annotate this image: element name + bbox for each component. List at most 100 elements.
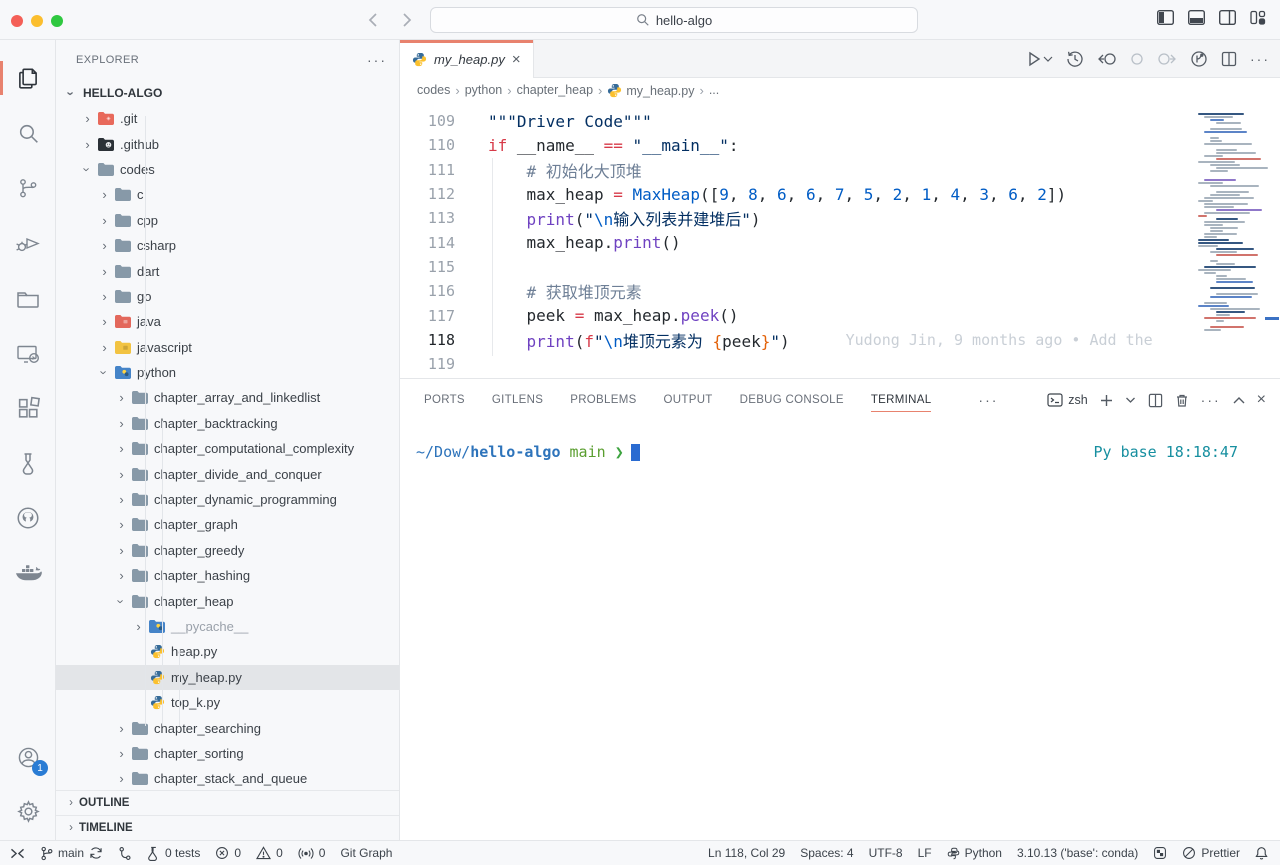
tree-item--github[interactable]: ›.github: [56, 131, 399, 156]
back-icon[interactable]: [364, 10, 384, 30]
activity-bar-docker-icon[interactable]: [0, 548, 56, 598]
tree-item-chapter-stack-and-queue[interactable]: ›chapter_stack_and_queue: [56, 766, 399, 791]
gitlens-graph-icon[interactable]: [1190, 50, 1208, 68]
panel-tab-debug-console[interactable]: DEBUG CONSOLE: [740, 379, 844, 421]
tree-item-chapter-computational-complexity[interactable]: ›chapter_computational_complexity: [56, 436, 399, 461]
more-actions-icon[interactable]: ···: [1250, 51, 1270, 67]
activity-bar-github-icon[interactable]: [0, 493, 56, 543]
tree-item-chapter-heap[interactable]: ›chapter_heap: [56, 588, 399, 613]
split-editor-icon[interactable]: [1221, 51, 1237, 67]
code-line-109[interactable]: 109"""Driver Code""": [400, 109, 1195, 133]
explorer-more-actions-icon[interactable]: ···: [367, 52, 387, 68]
status-0[interactable]: 0: [298, 846, 326, 860]
activity-bar-source-control-icon[interactable]: [0, 163, 56, 213]
tree-item--git[interactable]: ›.git: [56, 106, 399, 131]
code-line-119[interactable]: 119: [400, 352, 1195, 376]
new-terminal-icon[interactable]: [1100, 394, 1113, 407]
breadcrumb-item[interactable]: chapter_heap: [517, 83, 593, 97]
tree-item--pycache-[interactable]: ›__pycache__: [56, 614, 399, 639]
tree-item-chapter-backtracking[interactable]: ›chapter_backtracking: [56, 411, 399, 436]
tab-my-heap[interactable]: my_heap.py ×: [400, 40, 534, 78]
customize-layout-icon[interactable]: [1250, 10, 1266, 25]
change-circle-icon[interactable]: [1130, 52, 1144, 66]
status-utf-8[interactable]: UTF-8: [869, 846, 903, 860]
activity-bar-extensions-icon[interactable]: [0, 383, 56, 433]
code-line-118[interactable]: 118 print(f"\n堆顶元素为 {peek}")Yudong Jin, …: [400, 328, 1195, 352]
code-line-110[interactable]: 110if __name__ == "__main__":: [400, 133, 1195, 157]
status-0-tests[interactable]: 0 tests: [147, 846, 200, 861]
breadcrumb-item[interactable]: python: [465, 83, 503, 97]
panel-more-tabs-icon[interactable]: ···: [978, 392, 998, 408]
tree-item-javascript[interactable]: ›javascript: [56, 335, 399, 360]
tree-item-python[interactable]: ›python: [56, 360, 399, 385]
tree-item-csharp[interactable]: ›csharp: [56, 233, 399, 258]
code-line-115[interactable]: 115: [400, 255, 1195, 279]
tab-close-icon[interactable]: ×: [512, 51, 521, 68]
tree-item-go[interactable]: ›go: [56, 284, 399, 309]
activity-bar-testing-icon[interactable]: [0, 438, 56, 488]
accounts-icon[interactable]: 1: [0, 732, 56, 782]
tree-item-chapter-greedy[interactable]: ›chapter_greedy: [56, 538, 399, 563]
status-python[interactable]: Python: [947, 846, 1002, 860]
terminal-dropdown-icon[interactable]: [1125, 396, 1136, 404]
tree-item-c[interactable]: ›c: [56, 182, 399, 207]
window-minimize-button[interactable]: [31, 15, 43, 27]
split-terminal-icon[interactable]: [1148, 393, 1163, 408]
kill-terminal-icon[interactable]: [1175, 393, 1189, 408]
tree-item-codes[interactable]: ›codes: [56, 157, 399, 182]
code-line-114[interactable]: 114 max_heap.print(): [400, 230, 1195, 254]
breadcrumb-item[interactable]: codes: [417, 83, 450, 97]
status-remote[interactable]: [10, 847, 25, 860]
tree-item-chapter-dynamic-programming[interactable]: ›chapter_dynamic_programming: [56, 487, 399, 512]
tree-item-top-k-py[interactable]: top_k.py: [56, 690, 399, 715]
code-line-116[interactable]: 116 # 获取堆顶元素: [400, 279, 1195, 303]
activity-bar-project-folder-icon[interactable]: [0, 273, 56, 323]
status-spaces-4[interactable]: Spaces: 4: [800, 846, 853, 860]
run-python-file-icon[interactable]: [1027, 51, 1053, 67]
panel-tab-gitlens[interactable]: GITLENS: [492, 379, 543, 421]
status-0[interactable]: 0: [215, 846, 241, 860]
tree-item-my-heap-py[interactable]: my_heap.py: [56, 665, 399, 690]
status-extension[interactable]: [1153, 846, 1167, 860]
tree-item-chapter-array-and-linkedlist[interactable]: ›chapter_array_and_linkedlist: [56, 385, 399, 410]
minimap[interactable]: [1198, 102, 1270, 342]
tree-item-chapter-sorting[interactable]: ›chapter_sorting: [56, 741, 399, 766]
status-git-graph[interactable]: Git Graph: [340, 846, 392, 860]
next-change-icon[interactable]: [1157, 51, 1177, 67]
toggle-sidebar-icon[interactable]: [1157, 10, 1174, 25]
code-line-112[interactable]: 112 max_heap = MaxHeap([9, 8, 6, 6, 7, 5…: [400, 182, 1195, 206]
code-line-117[interactable]: 117 peek = max_heap.peek(): [400, 303, 1195, 327]
panel-more-actions-icon[interactable]: ···: [1201, 392, 1221, 408]
tree-item-chapter-searching[interactable]: ›chapter_searching: [56, 715, 399, 740]
tree-item-chapter-divide-and-conquer[interactable]: ›chapter_divide_and_conquer: [56, 461, 399, 486]
maximize-panel-icon[interactable]: [1233, 396, 1245, 404]
status-prettier[interactable]: Prettier: [1182, 846, 1240, 860]
tree-item-cpp[interactable]: ›cpp: [56, 208, 399, 233]
panel-tab-ports[interactable]: PORTS: [424, 379, 465, 421]
forward-icon[interactable]: [396, 10, 416, 30]
tree-root-hello-algo[interactable]: › HELLO-ALGO: [56, 80, 399, 106]
code-line-111[interactable]: 111 # 初始化大顶堆: [400, 158, 1195, 182]
activity-bar-remote-explorer-icon[interactable]: [0, 328, 56, 378]
status-lf[interactable]: LF: [918, 846, 932, 860]
shell-selector[interactable]: zsh: [1047, 393, 1087, 407]
sidebar-section-timeline[interactable]: ›TIMELINE: [56, 815, 399, 840]
status-git-graph[interactable]: [118, 846, 132, 861]
status-bell[interactable]: [1255, 846, 1268, 860]
breadcrumb-item[interactable]: ...: [709, 83, 719, 97]
settings-gear-icon[interactable]: [0, 786, 56, 836]
toggle-secondary-sidebar-icon[interactable]: [1219, 10, 1236, 25]
tree-item-chapter-graph[interactable]: ›chapter_graph: [56, 512, 399, 537]
tree-item-chapter-hashing[interactable]: ›chapter_hashing: [56, 563, 399, 588]
panel-tab-terminal[interactable]: TERMINAL: [871, 379, 932, 421]
activity-bar-explorer-icon[interactable]: [0, 53, 56, 103]
panel-tab-output[interactable]: OUTPUT: [664, 379, 713, 421]
file-history-icon[interactable]: [1066, 50, 1084, 68]
panel-tab-problems[interactable]: PROBLEMS: [570, 379, 636, 421]
previous-change-icon[interactable]: [1097, 51, 1117, 67]
activity-bar-run-debug-icon[interactable]: [0, 218, 56, 268]
terminal-content[interactable]: ~/Dow/hello-algo main ❯ Py base 18:18:47: [400, 421, 1280, 461]
code-line-113[interactable]: 113 print("\n输入列表并建堆后"): [400, 206, 1195, 230]
status-3-10-13-base-conda[interactable]: 3.10.13 ('base': conda): [1017, 846, 1138, 860]
window-maximize-button[interactable]: [51, 15, 63, 27]
